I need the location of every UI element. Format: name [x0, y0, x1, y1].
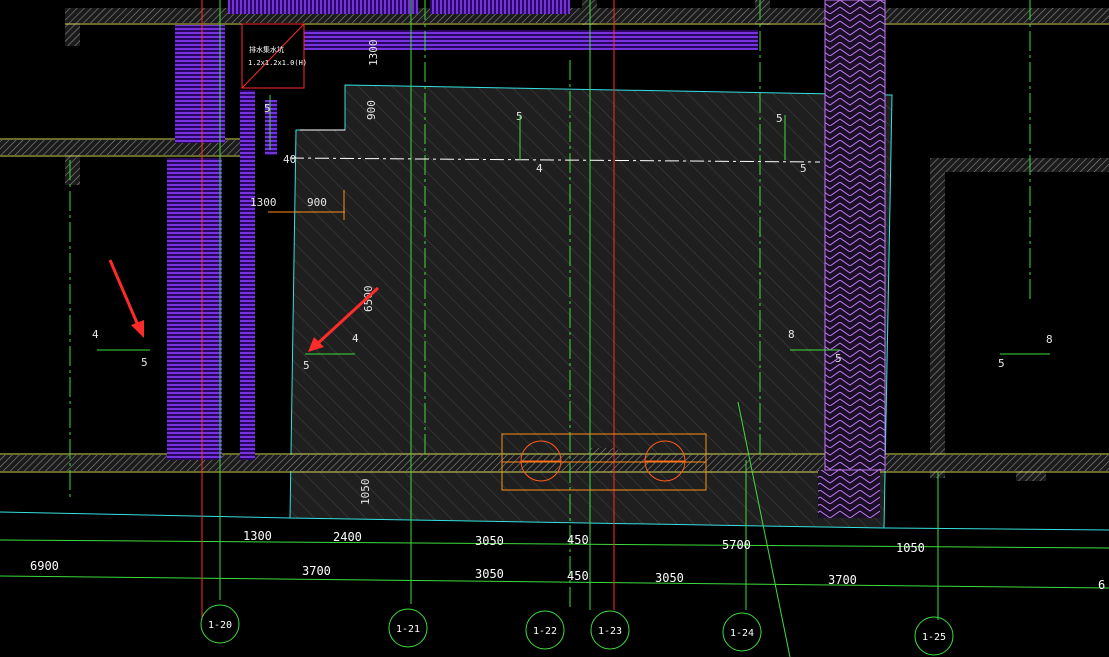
axis-label: 1-25: [922, 632, 946, 643]
dim-row-1: 1300 2400 3050 450 5700 1050: [243, 529, 925, 555]
axis-bubble-1-23: 1-23: [590, 610, 630, 650]
slope-mark: 4: [536, 162, 543, 175]
slope-mark: 8: [1046, 333, 1053, 346]
axis-label: 1-21: [396, 624, 420, 635]
dim-row2-6900: 6900: [30, 559, 59, 573]
dim-row-2: 6900 3700 3050 450 3050 3700 6: [30, 559, 1105, 592]
dim-900-vert: 900: [365, 100, 378, 120]
dim-row1-2400: 2400: [333, 530, 362, 544]
cad-drawing-canvas[interactable]: 排水集水坑 1.2x1.2x1.0(H) 1300 900 1300 900 6…: [0, 0, 1109, 657]
sump-tag[interactable]: 排水集水坑 1.2x1.2x1.0(H): [241, 23, 307, 89]
slope-mark: 5: [516, 110, 523, 123]
slope-mark: 5: [141, 356, 148, 369]
dim-row1-5700: 5700: [722, 538, 751, 552]
dim-40: 40: [283, 153, 296, 166]
axis-label: 1-24: [730, 628, 754, 639]
slope-mark: 5: [835, 352, 842, 365]
sump-title: 排水集水坑: [249, 45, 284, 54]
slope-mark: 8: [788, 328, 795, 341]
dim-row1-1050: 1050: [896, 541, 925, 555]
axis-label: 1-20: [208, 620, 232, 631]
dim-row2-3700b: 3700: [828, 573, 857, 587]
axis-bubbles[interactable]: 1-20 1-21 1-22 1-23 1-24 1-25: [200, 604, 954, 656]
dim-row1-450: 450: [567, 533, 589, 547]
dim-row2-450: 450: [567, 569, 589, 583]
slope-mark: 5: [303, 359, 310, 372]
dim-900-mid: 900: [307, 196, 327, 209]
axis-bubble-1-20: 1-20: [200, 604, 240, 644]
dim-row1-1300: 1300: [243, 529, 272, 543]
axis-label: 1-22: [533, 626, 557, 637]
dim-1300-top: 1300: [367, 40, 380, 67]
red-arrow-icon: [131, 320, 144, 338]
slope-mark: 4: [92, 328, 99, 341]
axis-bubble-1-21: 1-21: [388, 608, 428, 648]
dim-1300-mid: 1300: [250, 196, 277, 209]
slope-mark: 5: [776, 112, 783, 125]
dim-row2-3050a: 3050: [475, 567, 504, 581]
slope-mark: 5: [998, 357, 1005, 370]
dim-1050-vert: 1050: [359, 479, 372, 506]
axis-bubble-1-22: 1-22: [525, 610, 565, 650]
dim-row2-edge: 6: [1098, 578, 1105, 592]
slope-mark: 5: [800, 162, 807, 175]
zigzag-column[interactable]: [818, 0, 886, 518]
axis-bubble-1-25: 1-25: [914, 616, 954, 656]
sump-size: 1.2x1.2x1.0(H): [248, 59, 307, 67]
slope-mark: 4: [352, 332, 359, 345]
dim-row2-3700a: 3700: [302, 564, 331, 578]
axis-label: 1-23: [598, 626, 622, 637]
dim-row2-3050b: 3050: [655, 571, 684, 585]
dim-row1-3050: 3050: [475, 534, 504, 548]
axis-bubble-1-24: 1-24: [722, 612, 762, 652]
